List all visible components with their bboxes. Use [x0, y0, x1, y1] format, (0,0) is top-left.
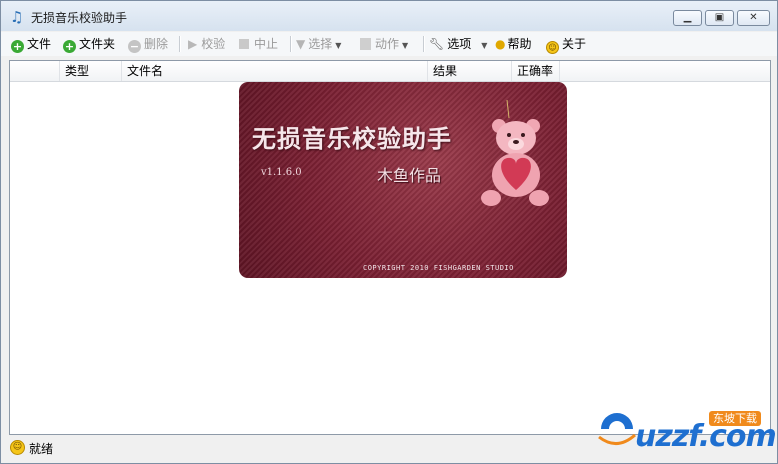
smiley-icon: ☺ [10, 440, 25, 455]
music-note-icon: ♫ [10, 8, 24, 26]
wrench-icon: 🔧︎ [429, 37, 445, 51]
minimize-button[interactable]: ▁ [673, 10, 702, 26]
uzzf-logo-icon [598, 413, 636, 445]
select-dropdown[interactable]: ▼ 选择 ▼ [296, 35, 341, 53]
file-list[interactable]: 类型 文件名 结果 正确率 无损音乐校验助手 v1.1.6.0 木鱼作品 COP… [9, 60, 771, 435]
splash-author: 木鱼作品 [377, 166, 442, 185]
toolbar-separator [423, 36, 425, 52]
column-header-result[interactable]: 结果 [428, 61, 512, 81]
stop-button[interactable]: 中止 [239, 35, 278, 53]
column-header-type[interactable]: 类型 [60, 61, 122, 81]
options-label: 选项 [447, 37, 472, 51]
toolbar-separator [179, 36, 181, 52]
column-header-filename[interactable]: 文件名 [122, 61, 428, 81]
watermark-logo: uzzf.com 东坡下载 [595, 401, 777, 454]
add-folder-label: 文件夹 [79, 37, 116, 51]
status-text: 就绪 [29, 442, 54, 456]
action-dropdown[interactable]: 动作 ▼ [360, 35, 408, 53]
chevron-down-icon: ▼ [481, 41, 488, 50]
add-file-button[interactable]: + 文件 [11, 35, 51, 53]
help-button[interactable]: ● 帮助 [495, 35, 532, 53]
delete-label: 删除 [144, 37, 169, 51]
add-icon: + [11, 40, 24, 53]
select-label: 选择 [308, 37, 333, 51]
funnel-icon: ▼ [296, 37, 306, 51]
splash-banner: 无损音乐校验助手 v1.1.6.0 木鱼作品 COPYRIGHT 2010 FI… [239, 82, 567, 278]
title-bar[interactable]: ♫ 无损音乐校验助手 ▁ ▣ ✕ [1, 1, 777, 31]
action-label: 动作 [375, 37, 400, 51]
about-button[interactable]: ☺ 关于 [546, 35, 587, 54]
add-icon: + [63, 40, 76, 53]
chevron-down-icon: ▼ [402, 41, 409, 50]
verify-label: 校验 [201, 37, 226, 51]
splash-version: v1.1.6.0 [261, 167, 302, 178]
stop-icon [239, 39, 249, 49]
play-icon: ▶ [188, 37, 198, 51]
about-label: 关于 [562, 37, 587, 51]
remove-icon: − [128, 40, 141, 53]
help-label: 帮助 [507, 37, 532, 51]
teddy-bear-icon [481, 100, 549, 206]
maximize-button[interactable]: ▣ [705, 10, 734, 26]
window-title: 无损音乐校验助手 [31, 11, 128, 25]
column-header-accuracy[interactable]: 正确率 [512, 61, 560, 81]
toolbar: + 文件 + 文件夹 − 删除 ▶ 校验 中止 ▼ 选择 ▼ 动作 ▼ 🔧︎ 选项 ▼ ● 帮助 ☺ [1, 32, 777, 56]
list-header: 类型 文件名 结果 正确率 [10, 61, 770, 82]
lightbulb-icon: ● [495, 37, 506, 51]
delete-button[interactable]: − 删除 [128, 35, 168, 53]
splash-title: 无损音乐校验助手 [252, 125, 452, 153]
add-folder-button[interactable]: + 文件夹 [63, 35, 115, 53]
options-dropdown[interactable]: 🔧︎ 选项 ▼ [429, 35, 487, 53]
watermark-tag: 东坡下载 [709, 411, 761, 426]
add-file-label: 文件 [27, 37, 52, 51]
app-window: ♫ 无损音乐校验助手 ▁ ▣ ✕ + 文件 + 文件夹 − 删除 ▶ 校验 中止 ▼ 选择… [0, 0, 778, 464]
toolbar-separator [290, 36, 292, 52]
disk-icon [360, 38, 371, 50]
chevron-down-icon: ▼ [335, 41, 342, 50]
smiley-icon: ☺ [546, 41, 559, 54]
verify-button[interactable]: ▶ 校验 [188, 35, 225, 53]
close-button[interactable]: ✕ [737, 10, 770, 26]
stop-label: 中止 [254, 37, 279, 51]
splash-copyright: COPYRIGHT 2010 FISHGARDEN STUDIO [363, 264, 514, 272]
column-header-blank[interactable] [10, 61, 60, 81]
